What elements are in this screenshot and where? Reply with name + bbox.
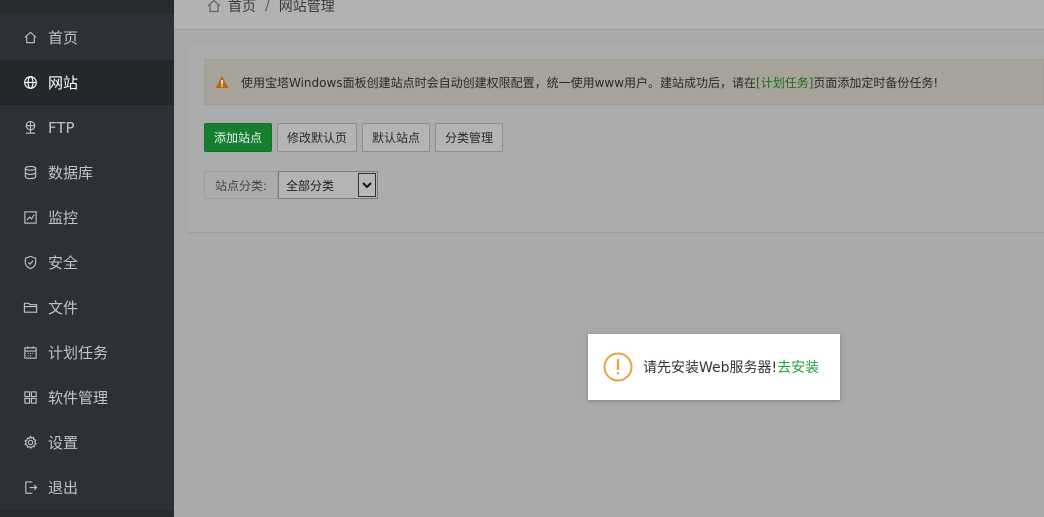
breadcrumb-home-link[interactable]: 首页	[228, 0, 256, 16]
sidebar-item-ftp[interactable]: FTP	[0, 105, 174, 150]
edit-default-page-button[interactable]: 修改默认页	[277, 123, 358, 152]
breadcrumb-bar: 首页 / 网站管理	[174, 0, 1044, 30]
category-manage-button[interactable]: 分类管理	[435, 123, 504, 152]
default-site-button[interactable]: 默认站点	[362, 123, 431, 152]
go-install-link[interactable]: 去安装	[777, 357, 819, 377]
home-icon	[22, 30, 38, 46]
sidebar-item-label: 数据库	[48, 164, 94, 182]
cron-task-link[interactable]: [计划任务]	[756, 74, 813, 91]
sidebar-bottom-strip	[0, 510, 174, 517]
globe-icon	[22, 75, 38, 91]
sidebar-item-label: 监控	[48, 209, 79, 227]
sidebar-item-cron[interactable]: 计划任务	[0, 330, 174, 375]
install-web-server-dialog: 请先安装Web服务器! 去安装	[588, 334, 840, 400]
sidebar-item-label: 计划任务	[48, 344, 109, 362]
warning-alert: 使用宝塔Windows面板创建站点时会自动创建权限配置，统一使用www用户。建站…	[204, 59, 1044, 105]
ftp-icon	[22, 120, 38, 136]
sidebar-item-label: 首页	[48, 29, 79, 47]
category-label: 站点分类:	[204, 171, 279, 199]
monitor-icon	[22, 210, 38, 226]
exclamation-circle-icon	[603, 352, 633, 382]
sidebar-top-strip	[0, 0, 174, 14]
calendar-icon	[22, 345, 38, 361]
sidebar-item-label: FTP	[48, 118, 75, 137]
sidebar-item-label: 网站	[48, 74, 79, 92]
breadcrumb: 首页 / 网站管理	[206, 0, 335, 16]
logout-icon	[22, 480, 38, 496]
alert-text: 使用宝塔Windows面板创建站点时会自动创建权限配置，统一使用www用户。建站…	[241, 75, 757, 90]
breadcrumb-current: 网站管理	[278, 0, 335, 15]
category-select-value: 全部分类	[286, 178, 335, 193]
sidebar-item-monitor[interactable]: 监控	[0, 195, 174, 240]
sidebar-item-database[interactable]: 数据库	[0, 150, 174, 195]
gear-icon	[22, 435, 38, 451]
shield-icon	[22, 255, 38, 271]
sidebar-item-logout[interactable]: 退出	[0, 465, 174, 510]
sidebar-item-settings[interactable]: 设置	[0, 420, 174, 465]
sidebar-item-website[interactable]: 网站	[0, 60, 174, 105]
chevron-down-icon[interactable]	[358, 173, 377, 197]
warning-icon	[215, 76, 229, 88]
database-icon	[22, 165, 38, 181]
alert-text-suffix: 页面添加定时备份任务!	[813, 75, 939, 90]
add-site-button[interactable]: 添加站点	[204, 123, 273, 152]
site-category-filter: 站点分类: 全部分类	[204, 171, 379, 199]
sidebar-item-label: 退出	[48, 479, 79, 497]
dialog-message: 请先安装Web服务器!	[643, 360, 778, 376]
sidebar-item-files[interactable]: 文件	[0, 285, 174, 330]
sidebar-item-label: 设置	[48, 434, 79, 452]
main-content: 首页 / 网站管理 使用宝塔Windows面板创建站点时会自动创建权限配置，统一…	[174, 0, 1044, 517]
site-toolbar: 添加站点 修改默认页 默认站点 分类管理	[204, 123, 508, 152]
sidebar-item-home[interactable]: 首页	[0, 15, 174, 60]
apps-grid-icon	[22, 390, 38, 406]
breadcrumb-separator: /	[265, 0, 270, 14]
sidebar-item-label: 文件	[48, 299, 79, 317]
site-panel: 使用宝塔Windows面板创建站点时会自动创建权限配置，统一使用www用户。建站…	[189, 44, 1044, 233]
home-icon[interactable]	[206, 0, 222, 14]
sidebar: 首页 网站 FTP 数据库 监控 安全 文件 计划任务 软件管理 设置 退出	[0, 0, 174, 517]
sidebar-item-security[interactable]: 安全	[0, 240, 174, 285]
category-select[interactable]: 全部分类	[278, 171, 379, 199]
sidebar-item-label: 安全	[48, 254, 79, 272]
folder-icon	[22, 300, 38, 316]
sidebar-item-software[interactable]: 软件管理	[0, 375, 174, 420]
sidebar-item-label: 软件管理	[48, 389, 109, 407]
